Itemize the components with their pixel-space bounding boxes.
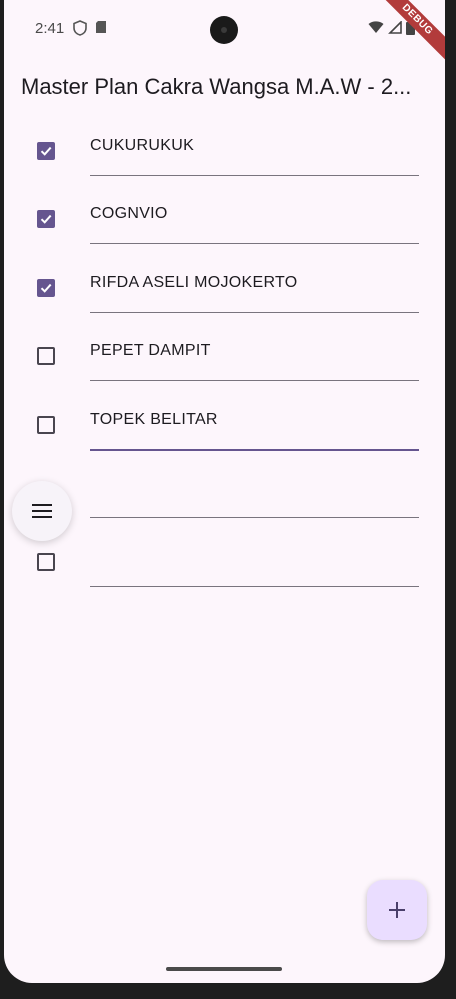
task-row — [4, 529, 445, 597]
task-checkbox[interactable] — [37, 347, 55, 365]
check-icon — [40, 283, 52, 293]
task-row: RIFDA ASELI MOJOKERTO — [4, 255, 445, 323]
add-task-button[interactable] — [367, 880, 427, 940]
task-row: TOPEK BELITAR — [4, 392, 445, 460]
status-time: 2:41 — [35, 20, 65, 37]
device-bezel — [0, 983, 456, 999]
signal-icon — [388, 20, 402, 39]
task-text: PEPET DAMPIT — [90, 342, 211, 359]
shield-icon — [73, 20, 87, 41]
task-input[interactable]: RIFDA ASELI MOJOKERTO — [90, 272, 419, 313]
menu-icon — [32, 502, 52, 525]
task-text: CUKURUKUK — [90, 137, 195, 154]
status-bar: 2:41 DEBUG — [4, 0, 445, 62]
front-camera — [210, 16, 238, 44]
task-input[interactable] — [90, 477, 419, 518]
check-icon — [40, 146, 52, 156]
task-row: COGNVIO — [4, 186, 445, 254]
task-text: COGNVIO — [90, 205, 168, 222]
task-input[interactable] — [90, 546, 419, 587]
task-checkbox[interactable] — [37, 416, 55, 434]
task-input[interactable]: CUKURUKUK — [90, 135, 419, 176]
menu-button[interactable] — [12, 481, 72, 541]
task-text: RIFDA ASELI MOJOKERTO — [90, 274, 298, 291]
task-checkbox[interactable] — [37, 210, 55, 228]
wifi-icon — [368, 21, 384, 39]
check-icon — [40, 214, 52, 224]
phone-screen: 2:41 DEBUG Master Plan Cakra Wangsa M.A.… — [4, 0, 445, 983]
task-checkbox[interactable] — [37, 553, 55, 571]
task-checkbox[interactable] — [37, 279, 55, 297]
task-checkbox[interactable] — [37, 142, 55, 160]
task-row: CUKURUKUK — [4, 118, 445, 186]
task-input[interactable]: COGNVIO — [90, 203, 419, 244]
plus-icon — [388, 901, 406, 924]
task-input[interactable]: TOPEK BELITAR — [90, 409, 419, 451]
sd-card-icon — [95, 20, 107, 39]
task-text: TOPEK BELITAR — [90, 411, 218, 428]
navigation-handle[interactable] — [166, 967, 282, 971]
page-title: Master Plan Cakra Wangsa M.A.W - 2... — [21, 74, 412, 99]
task-input[interactable]: PEPET DAMPIT — [90, 340, 419, 381]
task-row: PEPET DAMPIT — [4, 323, 445, 391]
